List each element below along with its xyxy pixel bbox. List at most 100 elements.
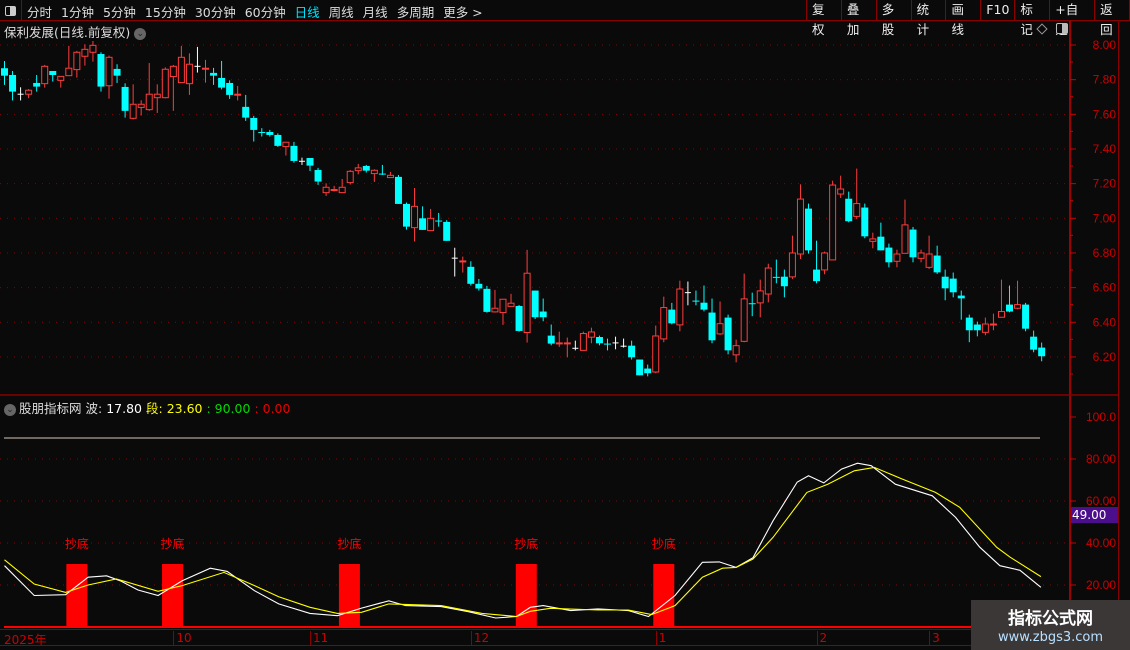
candle-body [121,86,129,111]
candle-body [604,343,611,345]
candle-body [266,131,274,135]
candle-body [33,82,41,87]
chart-canvas[interactable]: 8.00 7.80 7.60 7.40 7.20 7.00 6.80 6.60 6.40 6.20… [0,0,1130,650]
candle-body [579,333,587,351]
current-value-badge: 49.00 [1071,507,1119,523]
candle [354,163,362,175]
candle [499,298,507,325]
price-axis-label: 7.40 [1093,142,1117,156]
candle-body [805,208,812,251]
price-axis-label: 6.60 [1093,281,1117,295]
candle [81,44,89,66]
candle-body [507,302,515,307]
candle-body [531,290,539,318]
candle-body [957,295,965,299]
candle-body [41,65,49,85]
candle [459,256,467,273]
candle-body [145,93,153,111]
candle-body [748,303,756,305]
candle [853,168,861,219]
candle [491,289,499,313]
date-label: 2 [816,631,827,646]
candle-body [210,72,218,76]
candle [57,75,65,88]
candle-body [700,302,708,310]
candle-body [628,345,636,358]
candle [893,249,901,268]
bottom-signal-label: 抄底 [337,536,361,551]
level-low: : 0.00 [254,401,291,416]
date-label: 10 [173,631,192,646]
candle [451,247,458,277]
candle [620,338,627,348]
candle-body [997,311,1005,318]
wave-label: 波: [85,401,103,416]
candle [1022,302,1030,332]
candle-body [169,65,177,78]
candle-body [218,77,226,88]
level-high: : 90.00 [206,401,251,416]
candle-body [973,324,981,331]
candle [788,235,796,279]
candle-body [338,186,346,194]
candle-body [161,68,169,99]
candle-body [274,134,282,146]
candle [861,203,869,239]
candle [676,280,684,332]
candle-body [587,331,595,338]
indicator-axis-label: 40.00 [1086,536,1116,550]
candle-body [652,335,660,373]
candle [515,304,523,332]
candle [1014,280,1022,310]
candle [869,232,877,249]
candle [169,64,177,111]
candle [25,89,33,99]
candle [724,314,732,355]
candle [370,169,378,182]
bottom-signal-label: 抄底 [514,536,538,551]
candle-body [65,67,73,77]
bottom-signal-bar [338,564,360,627]
candle-body [411,205,419,229]
candle-body [676,288,684,326]
indicator-axis-label: 60.00 [1086,494,1116,508]
candle-body [692,300,700,302]
candle [137,100,145,116]
candle-body [989,323,997,326]
candle-body [242,106,250,118]
candle-body [732,345,740,356]
candle-body [933,255,941,273]
candle [740,273,748,343]
candle [145,63,153,111]
price-axis-label: 6.20 [1093,350,1117,364]
candle-body [435,220,443,222]
candle [274,133,282,147]
candle [764,263,772,303]
candle-body [386,174,394,179]
candle [185,53,193,95]
candle-body [346,170,354,184]
candle-body [861,207,869,237]
candle-body [290,145,298,161]
candle [194,46,201,73]
candle-body [925,253,933,268]
chevron-down-icon[interactable]: ⌄ [4,403,16,416]
candle-body [869,238,877,242]
candle [965,314,973,343]
candle [901,199,909,254]
candle-body [668,309,676,324]
candle-body [185,63,193,85]
candle-body [1022,304,1030,329]
candle [877,222,885,251]
bottom-signal-bar [162,564,184,627]
candle [595,335,603,346]
candle [242,94,250,121]
candle [652,325,660,374]
candle-body [821,252,829,271]
price-axis-label: 6.80 [1093,246,1117,260]
candle [909,226,917,263]
seg-value: 23.60 [166,401,203,416]
candle [258,128,266,137]
candle-body [965,317,973,331]
bottom-signal-label: 抄底 [65,536,89,551]
